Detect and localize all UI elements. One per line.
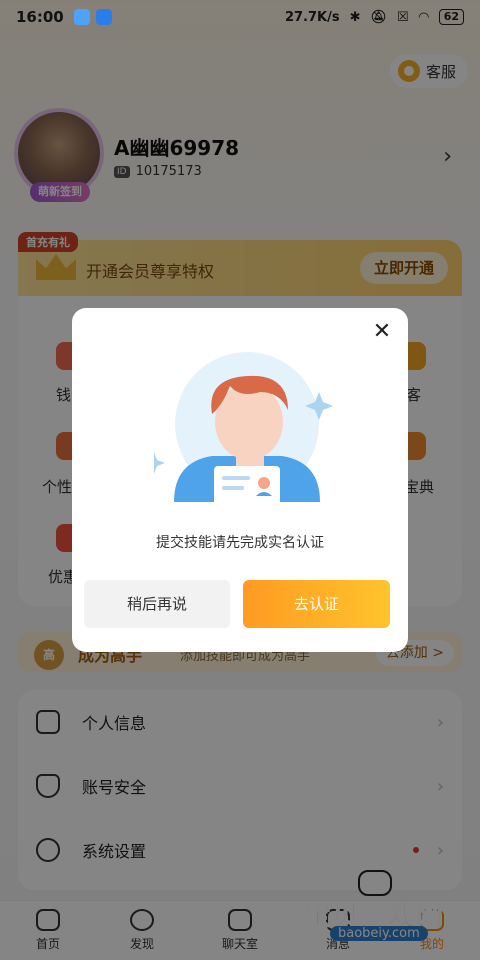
status-time: 16:00 <box>16 8 64 26</box>
later-button[interactable]: 稍后再说 <box>84 580 230 628</box>
sim-icon: ☒ <box>397 9 409 25</box>
mute-icon: 🔕︎ <box>370 9 388 25</box>
close-icon[interactable]: ✕ <box>370 320 394 344</box>
battery-icon: 62 <box>438 9 464 25</box>
status-bar: 16:00 27.7K/s ✱ 🔕︎ ☒ ◠ 62 <box>0 0 480 34</box>
verification-dialog: ✕ 提交技能请先完成实名认证 稍后再说 去认证 <box>72 308 408 652</box>
verification-message: 提交技能请先完成实名认证 <box>156 535 324 551</box>
identity-card-illustration <box>154 352 333 506</box>
verify-button[interactable]: 去认证 <box>243 580 390 628</box>
bluetooth-icon: ✱ <box>349 9 361 25</box>
wifi-icon: ◠ <box>418 9 429 25</box>
cloud-icon <box>95 9 112 25</box>
status-right: 27.7K/s ✱ 🔕︎ ☒ ◠ 62 <box>285 9 464 25</box>
app-notification-icon <box>73 9 90 25</box>
network-speed: 27.7K/s <box>284 9 340 25</box>
